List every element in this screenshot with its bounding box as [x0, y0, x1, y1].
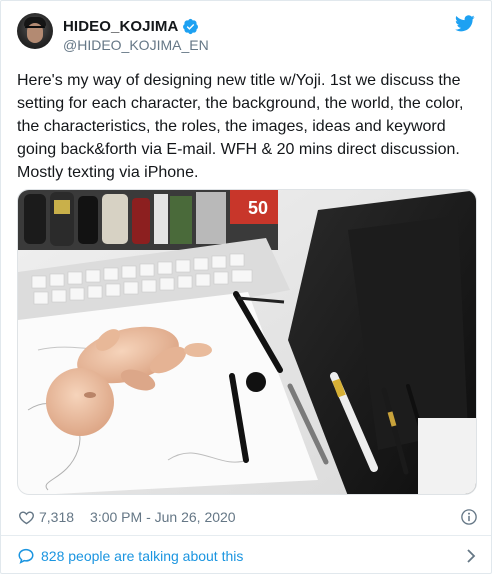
info-icon[interactable] — [460, 508, 478, 526]
tweet-card: HIDEO_KOJIMA @HIDEO_KOJIMA_EN Here's my … — [0, 0, 492, 574]
user-handle[interactable]: @HIDEO_KOJIMA_EN — [63, 37, 209, 53]
verified-badge-icon — [183, 18, 199, 34]
conversation-label[interactable]: 828 people are talking about this — [41, 548, 243, 564]
divider — [1, 535, 491, 536]
tweet-timestamp[interactable]: 3:00 PM - Jun 26, 2020 — [90, 509, 236, 525]
tweet-header: HIDEO_KOJIMA @HIDEO_KOJIMA_EN — [17, 13, 477, 61]
desk-photo-illustration: 50 — [18, 190, 476, 494]
twitter-bird-icon[interactable] — [455, 15, 475, 32]
author-name-row[interactable]: HIDEO_KOJIMA — [63, 16, 199, 36]
like-count[interactable]: 7,318 — [39, 509, 74, 525]
avatar[interactable] — [17, 13, 53, 49]
tweet-text: Here's my way of designing new title w/Y… — [17, 72, 464, 181]
speech-bubble-icon — [18, 548, 34, 564]
tweet-meta: 7,318 3:00 PM - Jun 26, 2020 — [18, 507, 478, 527]
svg-text:50: 50 — [248, 198, 268, 218]
conversation-link[interactable]: 828 people are talking about this — [17, 543, 477, 569]
tweet-photo[interactable]: 50 — [17, 189, 477, 495]
heart-icon[interactable] — [18, 509, 35, 526]
chevron-right-icon[interactable] — [465, 548, 477, 564]
display-name[interactable]: HIDEO_KOJIMA — [63, 18, 178, 35]
